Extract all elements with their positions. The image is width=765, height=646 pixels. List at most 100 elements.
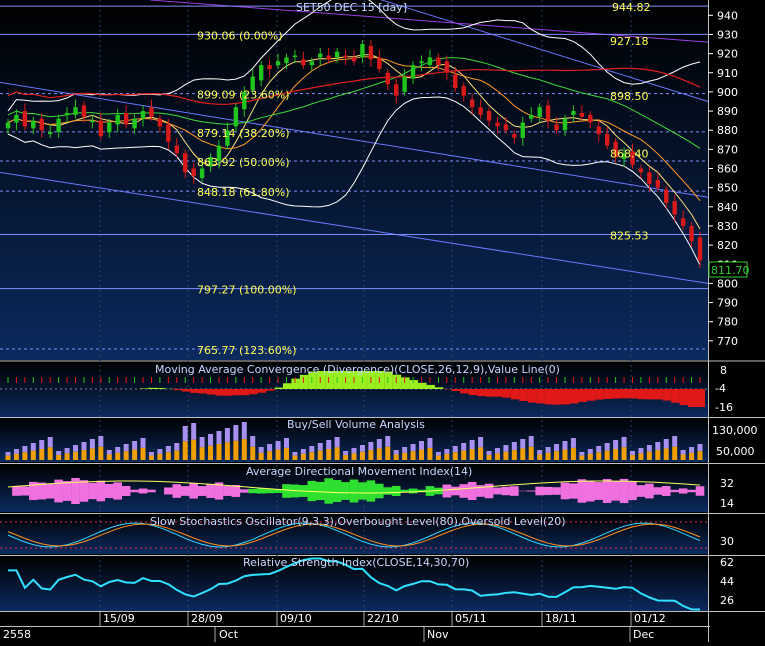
candle-body-14 bbox=[124, 113, 128, 124]
volume-buy-81 bbox=[689, 453, 694, 460]
chart-svg[interactable]: 930.06 (0.00%)899.09 (23.60%)879.14 (38.… bbox=[0, 0, 765, 642]
volume-buy-41 bbox=[352, 453, 357, 460]
adx-bar-21 bbox=[181, 486, 190, 496]
volume-sell-56 bbox=[478, 437, 483, 447]
candle-body-66 bbox=[563, 119, 567, 130]
adx-bar-10 bbox=[88, 483, 97, 499]
adx-bar-40 bbox=[341, 482, 350, 500]
date-label-2210: 22/10 bbox=[367, 612, 399, 625]
candle-body-79 bbox=[672, 201, 676, 214]
volume-sell-78 bbox=[664, 439, 669, 448]
candle-body-21 bbox=[183, 153, 187, 172]
volume-sell-81 bbox=[689, 447, 694, 453]
volume-sell-41 bbox=[352, 448, 357, 453]
fib-label-6: 765.77 (123.60%) bbox=[197, 344, 297, 357]
price-label-10: 840 bbox=[717, 201, 738, 214]
adx-bar-39 bbox=[333, 480, 342, 502]
volume-sell-40 bbox=[343, 451, 348, 455]
volume-buy-58 bbox=[495, 453, 500, 460]
volume-sell-62 bbox=[529, 436, 534, 447]
volume-sell-69 bbox=[588, 449, 593, 454]
adx-bar-77 bbox=[654, 487, 663, 494]
adx-bar-12 bbox=[105, 484, 114, 498]
adx-bar-30 bbox=[257, 488, 266, 493]
adx-bar-14 bbox=[122, 486, 131, 496]
volume-sell-47 bbox=[402, 447, 407, 453]
volume-sell-80 bbox=[681, 450, 686, 455]
volume-sell-61 bbox=[520, 439, 525, 448]
volume-sell-71 bbox=[605, 443, 610, 451]
volume-sell-44 bbox=[377, 439, 382, 448]
macd-bar-34 bbox=[291, 379, 300, 389]
adx-bar-73 bbox=[620, 479, 629, 503]
volume-sell-77 bbox=[655, 442, 660, 450]
candle-body-34 bbox=[293, 56, 297, 58]
fib-label-0: 930.06 (0.00%) bbox=[197, 29, 283, 42]
macd-axis-8: 8 bbox=[720, 364, 727, 377]
volume-sell-24 bbox=[208, 434, 213, 446]
volume-buy-1 bbox=[14, 454, 19, 460]
volume-buy-29 bbox=[250, 447, 255, 460]
volume-buy-30 bbox=[259, 453, 264, 460]
candle-body-69 bbox=[588, 115, 592, 123]
adx-bar-69 bbox=[586, 481, 595, 502]
volume-sell-17 bbox=[149, 452, 154, 456]
volume-buy-34 bbox=[292, 456, 297, 460]
macd-bar-56 bbox=[477, 389, 486, 396]
candle-body-7 bbox=[65, 113, 69, 115]
volume-sell-67 bbox=[571, 438, 576, 448]
macd-bar-65 bbox=[553, 389, 562, 405]
adx-bar-15 bbox=[130, 490, 139, 493]
month-label-dec: Dec bbox=[633, 628, 654, 641]
adx-bar-1 bbox=[12, 486, 21, 496]
volume-sell-51 bbox=[436, 452, 441, 456]
adx-bar-2 bbox=[21, 486, 30, 495]
chart-window: 930.06 (0.00%)899.09 (23.60%)879.14 (38.… bbox=[0, 0, 765, 642]
volume-buy-3 bbox=[31, 451, 36, 460]
volume-buy-65 bbox=[554, 451, 559, 460]
macd-bar-48 bbox=[410, 380, 419, 389]
candle-body-43 bbox=[369, 46, 373, 59]
volume-buy-52 bbox=[444, 454, 449, 460]
volume-sell-52 bbox=[444, 449, 449, 454]
candle-body-9 bbox=[82, 105, 86, 116]
month-label-oct: Oct bbox=[219, 628, 239, 641]
last-price-label: 811.70 bbox=[711, 264, 750, 277]
macd-bar-27 bbox=[232, 389, 241, 395]
macd-bar-60 bbox=[511, 389, 519, 399]
macd-axis-m4: -4 bbox=[715, 382, 726, 395]
macd-bar-17 bbox=[148, 388, 157, 389]
volume-buy-71 bbox=[605, 451, 610, 460]
macd-bar-80 bbox=[680, 389, 689, 405]
macd-bar-74 bbox=[629, 389, 638, 399]
adx-bar-81 bbox=[687, 490, 696, 493]
volume-buy-8 bbox=[73, 452, 78, 460]
volume-buy-40 bbox=[343, 455, 348, 460]
macd-bar-61 bbox=[519, 389, 528, 401]
volume-sell-50 bbox=[427, 438, 432, 448]
volume-sell-79 bbox=[672, 436, 677, 447]
volume-sell-14 bbox=[124, 444, 129, 451]
chart-title: SET50 DEC 15 [day] bbox=[296, 1, 407, 14]
volume-buy-62 bbox=[529, 447, 534, 460]
macd-bar-21 bbox=[182, 389, 191, 392]
macd-bar-73 bbox=[621, 389, 630, 398]
price-label-12: 820 bbox=[717, 239, 738, 252]
macd-bar-29 bbox=[249, 389, 257, 394]
candle-body-19 bbox=[166, 124, 170, 141]
volume-sell-12 bbox=[107, 450, 112, 455]
candle-body-3 bbox=[31, 121, 35, 129]
volume-sell-58 bbox=[495, 448, 500, 453]
macd-bar-18 bbox=[156, 388, 165, 389]
macd-bar-76 bbox=[646, 389, 655, 399]
candle-body-27 bbox=[234, 107, 238, 126]
rsi-title: Relative Strength Index(CLOSE,14,30,70) bbox=[243, 556, 469, 569]
volume-buy-28 bbox=[242, 439, 247, 460]
candle-body-42 bbox=[360, 44, 364, 57]
adx-bar-52 bbox=[443, 485, 452, 498]
right-level-label-0: 944.82 bbox=[612, 1, 651, 14]
candle-body-13 bbox=[116, 115, 120, 125]
adx-bar-67 bbox=[569, 483, 578, 498]
adx-bar-7 bbox=[63, 481, 72, 501]
volume-buy-74 bbox=[630, 455, 635, 460]
